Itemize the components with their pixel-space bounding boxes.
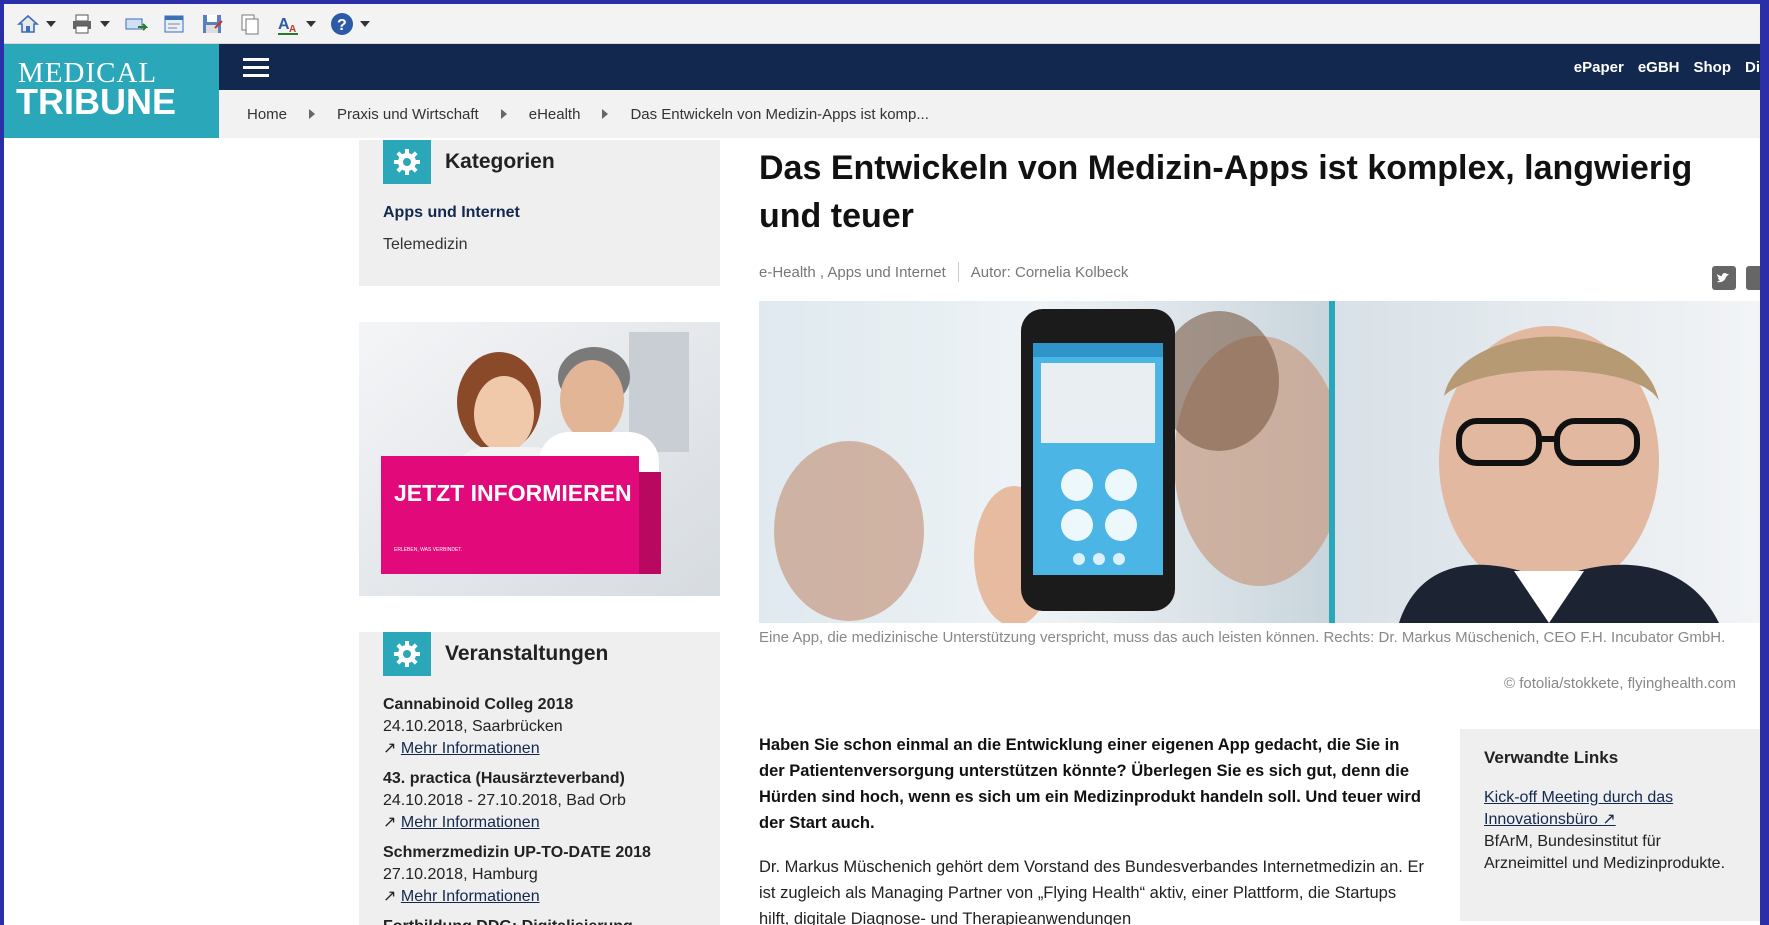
chevron-down-icon[interactable]: [360, 20, 370, 27]
browser-frame: AA ? MEDICAL TRIBUNE ePaper eGBH Shop Di…: [4, 4, 1760, 925]
event-item: 43. practica (Hausärzteverband) 24.10.20…: [383, 768, 626, 834]
article-author: Autor: Cornelia Kolbeck: [970, 263, 1129, 281]
browser-toolbar: AA ?: [4, 4, 1760, 44]
help-icon: ?: [331, 12, 353, 35]
facebook-share-icon[interactable]: [1746, 266, 1760, 290]
mail-button[interactable]: [124, 9, 148, 39]
event-title: Schmerzmedizin UP-TO-DATE 2018: [383, 844, 651, 861]
nav-di[interactable]: Di: [1745, 59, 1760, 76]
page-icon: [164, 15, 184, 32]
hamburger-menu-icon[interactable]: [243, 58, 269, 77]
event-link[interactable]: ↗ Mehr Informationen: [383, 886, 651, 908]
chevron-down-icon[interactable]: [46, 20, 56, 27]
external-link-icon: ↗: [383, 888, 397, 905]
home-icon: [16, 14, 40, 33]
chevron-right-icon: [500, 109, 507, 119]
events-title: Veranstaltungen: [445, 642, 609, 665]
logo-line-2: TRIBUNE: [16, 81, 176, 122]
article-lead: Haben Sie schon einmal an die Entwicklun…: [759, 736, 1421, 832]
event-item: Schmerzmedizin UP-TO-DATE 2018 27.10.201…: [383, 842, 651, 908]
related-links-title: Verwandte Links: [1484, 748, 1619, 767]
category-telemedizin[interactable]: Telemedizin: [383, 236, 467, 254]
help-button[interactable]: ?: [330, 9, 370, 39]
chevron-right-icon: [309, 109, 316, 119]
site-navbar: ePaper eGBH Shop Di: [219, 44, 1760, 90]
save-icon: [203, 14, 223, 33]
event-item: Cannabinoid Colleg 2018 24.10.2018, Saar…: [383, 694, 573, 760]
text-size-button[interactable]: AA: [276, 9, 316, 39]
advertisement-banner[interactable]: JETZT INFORMIEREN ERLEBEN, WAS VERBINDET…: [359, 322, 720, 596]
breadcrumb: Home Praxis und Wirtschaft eHealth Das E…: [219, 90, 1760, 138]
gear-icon: [383, 140, 431, 184]
article-meta: e-Health , Apps und Internet Autor: Corn…: [759, 262, 1128, 282]
event-title[interactable]: Fortbildung DDG: Digitalisierung: [383, 916, 633, 925]
site-logo[interactable]: MEDICAL TRIBUNE: [4, 44, 219, 138]
print-icon: [73, 14, 91, 33]
event-title: 43. practica (Hausärzteverband): [383, 770, 625, 787]
copy-icon: [241, 14, 259, 34]
category-apps-und-internet[interactable]: Apps und Internet: [383, 204, 520, 222]
chevron-down-icon[interactable]: [100, 20, 110, 27]
twitter-share-icon[interactable]: [1712, 266, 1736, 290]
event-details: 24.10.2018, Saarbrücken: [383, 718, 563, 735]
mail-icon: [125, 18, 148, 31]
external-link-icon: ↗: [1602, 811, 1616, 828]
top-nav: ePaper eGBH Shop Di: [1574, 44, 1760, 90]
breadcrumb-ehealth[interactable]: eHealth: [529, 106, 581, 123]
categories-panel: Kategorien Apps und Internet Telemedizin: [359, 140, 720, 286]
event-link[interactable]: ↗ Mehr Informationen: [383, 738, 573, 760]
text-size-icon: AA: [278, 16, 298, 35]
event-link[interactable]: ↗ Mehr Informationen: [383, 812, 626, 834]
image-caption: Eine App, die medizinische Unterstützung…: [759, 629, 1726, 646]
event-title: Cannabinoid Colleg 2018: [383, 696, 574, 713]
page-button[interactable]: [162, 9, 186, 39]
nav-epaper[interactable]: ePaper: [1574, 59, 1624, 76]
svg-text:?: ?: [337, 17, 347, 34]
article-hero-image: [759, 301, 1760, 623]
print-button[interactable]: [70, 9, 110, 39]
ad-tagline: ERLEBEN, WAS VERBINDET.: [394, 547, 462, 553]
article-body: Dr. Markus Müschenich gehört dem Vorstan…: [759, 858, 1424, 925]
nav-egbh[interactable]: eGBH: [1638, 59, 1680, 76]
events-panel: Veranstaltungen Cannabinoid Colleg 2018 …: [359, 632, 720, 925]
event-item: Fortbildung DDG: Digitalisierung: [383, 916, 633, 925]
related-links-box: Verwandte Links Kick-off Meeting durch d…: [1460, 729, 1760, 921]
chevron-right-icon: [602, 109, 609, 119]
breadcrumb-praxis[interactable]: Praxis und Wirtschaft: [337, 106, 479, 123]
article-categories[interactable]: e-Health , Apps und Internet: [759, 264, 946, 281]
meta-divider: [957, 262, 959, 282]
external-link-icon: ↗: [383, 740, 397, 757]
image-credit: © fotolia/stokkete, flyinghealth.com: [1504, 675, 1737, 692]
event-details: 27.10.2018, Hamburg: [383, 866, 538, 883]
article-title: Das Entwickeln von Medizin-Apps ist komp…: [759, 149, 1693, 235]
ad-cta: JETZT INFORMIEREN: [394, 480, 632, 506]
save-button[interactable]: [200, 9, 224, 39]
gear-icon: [383, 632, 431, 676]
home-button[interactable]: [16, 9, 56, 39]
breadcrumb-current: Das Entwickeln von Medizin-Apps ist komp…: [630, 105, 929, 123]
ad-image: JETZT INFORMIEREN ERLEBEN, WAS VERBINDET…: [359, 322, 720, 596]
breadcrumb-home[interactable]: Home: [247, 106, 287, 123]
copy-button[interactable]: [238, 9, 262, 39]
categories-title: Kategorien: [445, 150, 555, 173]
event-details: 24.10.2018 - 27.10.2018, Bad Orb: [383, 792, 626, 809]
external-link-icon: ↗: [383, 814, 397, 831]
related-link-description: BfArM, Bundesinstitut für Arzneimittel u…: [1484, 833, 1726, 872]
nav-shop[interactable]: Shop: [1694, 59, 1732, 76]
chevron-down-icon[interactable]: [306, 20, 316, 27]
related-link[interactable]: Kick-off Meeting durch das Innovationsbü…: [1484, 787, 1744, 831]
